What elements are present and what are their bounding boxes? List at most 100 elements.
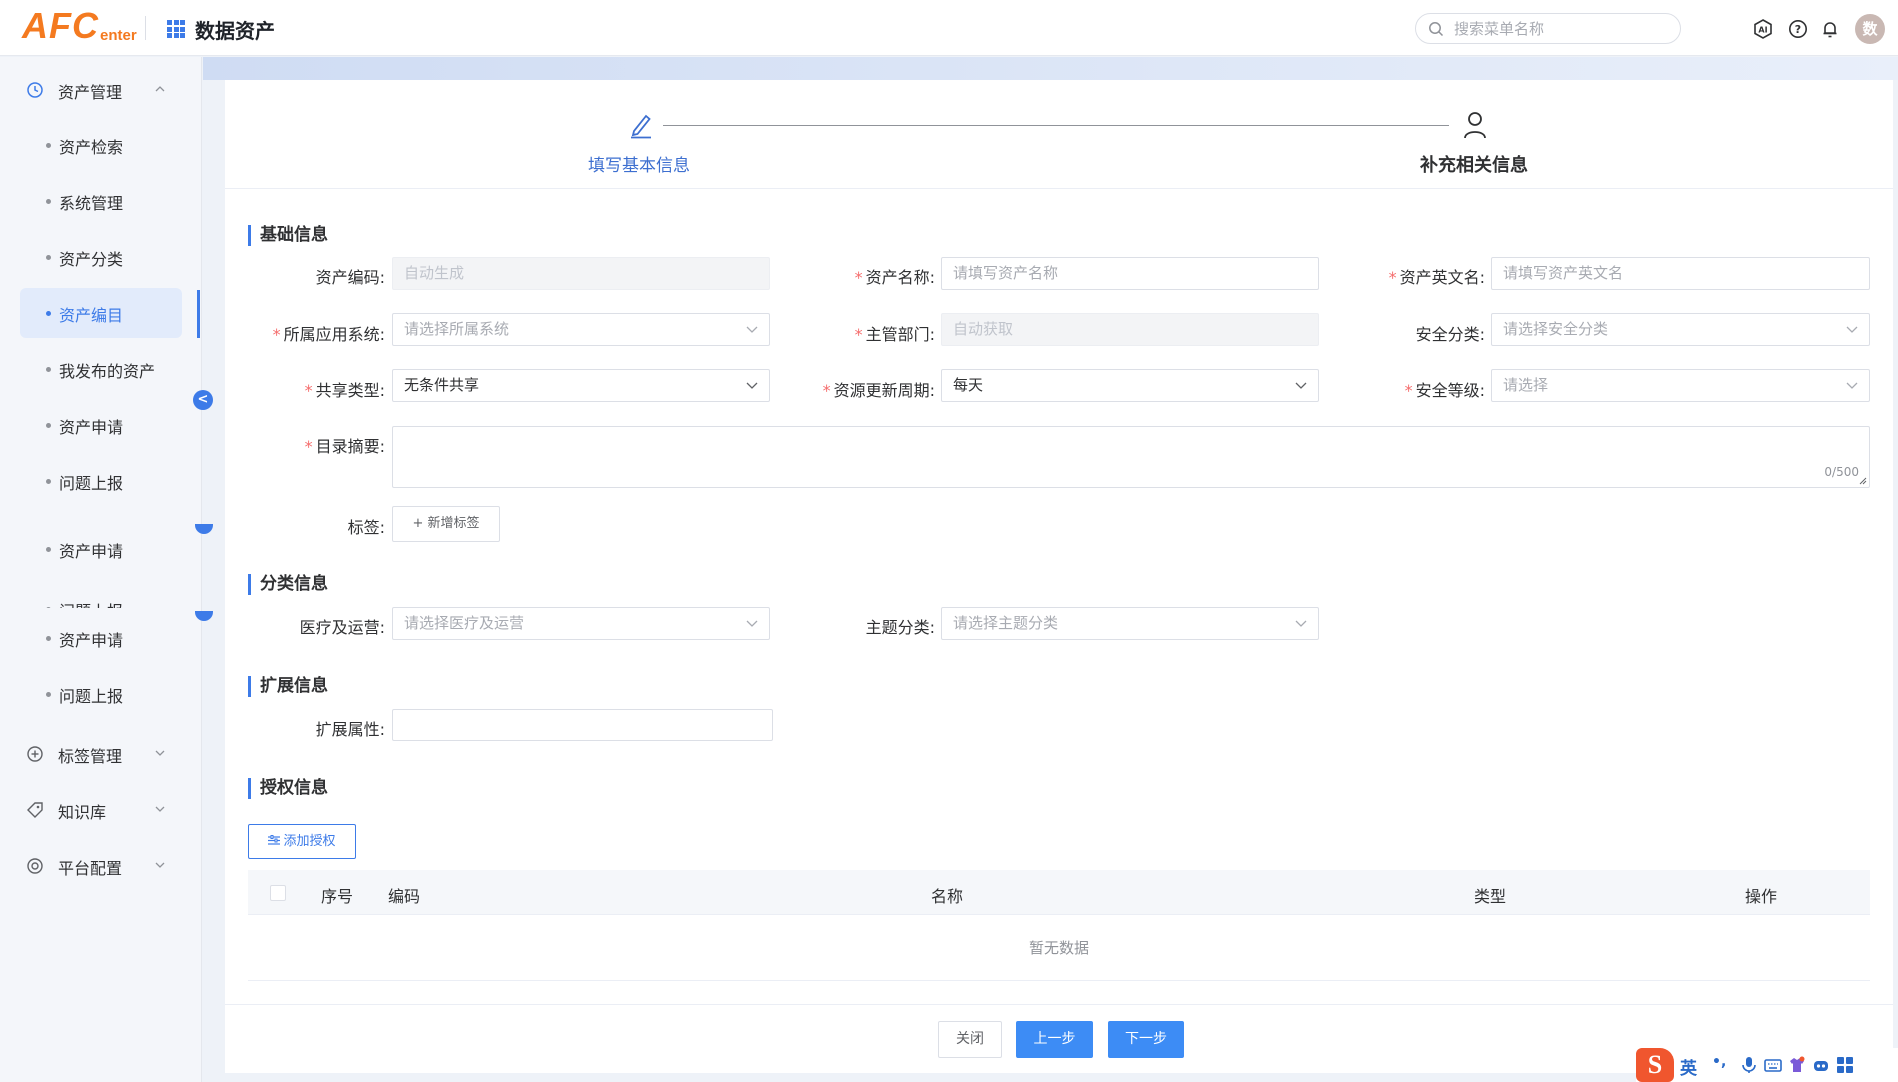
resize-handle-icon[interactable]: [1859, 477, 1867, 485]
next-step-button[interactable]: 下一步: [1108, 1021, 1184, 1058]
sidebar-item-label: 资产检索: [59, 138, 124, 157]
microphone-icon[interactable]: [1740, 1056, 1758, 1074]
column-header-index: 序号: [321, 887, 354, 906]
prev-step-button[interactable]: 上一步: [1016, 1021, 1093, 1058]
nav-group-label: 标签管理: [58, 747, 123, 766]
nav-group-knowledge-base[interactable]: 知识库: [20, 785, 182, 835]
asset-en-name-input[interactable]: 请填写资产英文名: [1491, 257, 1870, 290]
sidebar-item-system-management[interactable]: 系统管理: [20, 176, 182, 226]
ai-icon[interactable]: AI: [1753, 19, 1773, 39]
sidebar-item-issue-report[interactable]: 问题上报: [20, 456, 182, 506]
sidebar-item-label: 资产编目: [59, 306, 124, 325]
chevron-down-icon: [746, 326, 758, 333]
nav-group-platform-config[interactable]: 平台配置: [20, 841, 182, 891]
search-icon: [1429, 22, 1444, 37]
robot-icon[interactable]: [1812, 1056, 1830, 1074]
summary-textarea[interactable]: 0/500: [392, 426, 1870, 488]
nav-group-tag-management[interactable]: 标签管理: [20, 729, 182, 779]
nav-group-label: 资产管理: [58, 83, 123, 102]
form-card: 填写基本信息 补充相关信息 基础信息 资产编码: 自动生成 * 资产名称: 请填写…: [225, 80, 1893, 1073]
ime-toolbar: S 英 •,: [1636, 1048, 1898, 1082]
pencil-icon: [631, 114, 651, 139]
section-title-basic: 基础信息: [248, 225, 328, 246]
ime-language-toggle[interactable]: 英: [1680, 1054, 1697, 1079]
asset-en-name-label: * 资产英文名:: [1388, 268, 1485, 287]
step-connector: [663, 125, 1449, 126]
plus-circle-icon: [27, 746, 43, 762]
app-grid-icon[interactable]: [167, 20, 185, 38]
ime-punct-toggle[interactable]: •,: [1712, 1054, 1726, 1070]
bell-icon[interactable]: [1820, 19, 1840, 39]
user-avatar[interactable]: 数: [1855, 14, 1885, 44]
app-system-label: * 所属应用系统:: [272, 325, 385, 344]
chevron-down-icon: [155, 862, 165, 868]
section-title-authorization: 授权信息: [248, 778, 328, 799]
table-empty-state: 暂无数据: [248, 915, 1870, 981]
add-tag-button[interactable]: + 新增标签: [392, 506, 500, 542]
search-input[interactable]: [1454, 16, 1674, 41]
afcenter-logo[interactable]: AFC enter: [22, 6, 137, 46]
add-authorization-button[interactable]: 添加授权: [248, 824, 356, 859]
sidebar-item-my-published-assets[interactable]: 我发布的资产: [20, 344, 182, 394]
select-text: 请选择主题分类: [953, 614, 1059, 632]
sidebar-item-asset-request[interactable]: 资产申请: [20, 613, 182, 663]
sidebar-item-asset-search[interactable]: 资产检索: [20, 120, 182, 170]
select-text: 无条件共享: [404, 376, 480, 394]
medical-ops-label: 医疗及运营:: [299, 618, 385, 637]
sogou-ime-icon[interactable]: S: [1636, 1048, 1674, 1082]
sidebar-item-label: 问题上报: [59, 687, 124, 706]
app-system-select[interactable]: 请选择所属系统: [392, 313, 770, 346]
select-text: 请选择所属系统: [404, 320, 510, 338]
sidebar-item-asset-cataloging[interactable]: 资产编目: [20, 288, 182, 338]
column-header-type: 类型: [1474, 887, 1507, 906]
select-text: 请选择: [1503, 376, 1549, 394]
security-level-label: * 安全等级:: [1404, 381, 1485, 400]
department-label: * 主管部门:: [854, 325, 935, 344]
target-icon: [27, 858, 43, 874]
user-icon: [1464, 112, 1486, 139]
security-level-select[interactable]: 请选择: [1491, 369, 1870, 402]
ext-attr-label: 扩展属性:: [315, 720, 385, 739]
section-title-extension: 扩展信息: [248, 676, 328, 697]
nav-group-asset-management[interactable]: 资产管理: [20, 65, 182, 115]
select-text: 每天: [953, 376, 984, 394]
ext-attr-input[interactable]: [392, 709, 773, 741]
sidebar-item-issue-report[interactable]: 问题上报: [20, 669, 182, 719]
add-authorization-label: 添加授权: [283, 834, 336, 849]
step-fill-basic-info[interactable]: 填写基本信息: [588, 151, 690, 176]
keyboard-icon[interactable]: [1764, 1056, 1782, 1074]
sidebar-item-label: 问题上报: [59, 474, 124, 493]
select-text: 请选择安全分类: [1503, 320, 1609, 338]
step-supplement-info[interactable]: 补充相关信息: [1420, 151, 1528, 177]
sidebar-item-asset-category[interactable]: 资产分类: [20, 232, 182, 282]
asset-name-input[interactable]: 请填写资产名称: [941, 257, 1319, 290]
nav-group-label: 平台配置: [58, 859, 123, 878]
security-class-label: 安全分类:: [1415, 325, 1485, 344]
active-indicator: [197, 290, 200, 338]
sidebar-item-asset-request[interactable]: 资产申请: [20, 524, 182, 574]
medical-ops-select[interactable]: 请选择医疗及运营: [392, 607, 770, 640]
auth-table-header: 序号 编码 名称 类型 操作: [248, 870, 1870, 915]
column-header-actions: 操作: [1745, 887, 1778, 906]
share-type-select[interactable]: 无条件共享: [392, 369, 770, 402]
apps-icon[interactable]: [1836, 1056, 1854, 1074]
security-class-select[interactable]: 请选择安全分类: [1491, 313, 1870, 346]
sidebar-item-label: 资产申请: [59, 542, 124, 561]
sidebar-item-label: 问题上报: [59, 598, 123, 608]
update-cycle-label: * 资源更新周期:: [822, 381, 935, 400]
menu-search[interactable]: [1415, 13, 1681, 44]
app-title: 数据资产: [195, 19, 275, 43]
help-icon[interactable]: ?: [1788, 19, 1808, 39]
close-button[interactable]: 关闭: [938, 1021, 1002, 1058]
skin-icon[interactable]: [1788, 1056, 1806, 1074]
topic-class-select[interactable]: 请选择主题分类: [941, 607, 1319, 640]
sidebar-item-asset-request[interactable]: 资产申请: [20, 400, 182, 450]
logo-sub-text: enter: [100, 27, 137, 44]
chevron-down-icon: [746, 620, 758, 627]
update-cycle-select[interactable]: 每天: [941, 369, 1319, 402]
chevron-down-icon: [1295, 620, 1307, 627]
chevron-down-icon: [1846, 382, 1858, 389]
select-all-checkbox[interactable]: [270, 885, 286, 901]
sidebar-item-issue-report[interactable]: 问题上报: [20, 584, 182, 608]
sidebar-collapse-button[interactable]: <: [193, 390, 213, 410]
